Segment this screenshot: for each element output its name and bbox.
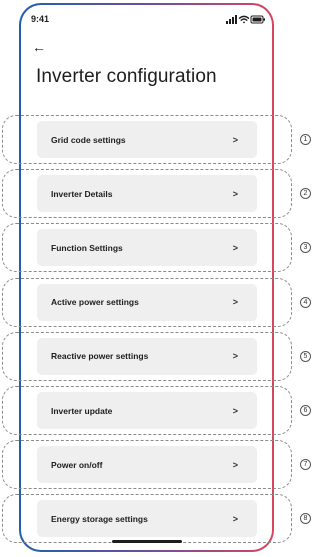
step-number-badge: 2 (300, 188, 311, 200)
menu-item-button[interactable]: Active power settings > (37, 283, 257, 321)
status-icons (226, 15, 265, 24)
chevron-right-icon: > (232, 242, 238, 253)
step-number-badge: 7 (300, 459, 311, 471)
back-arrow-icon[interactable]: ← (32, 40, 46, 54)
page-title: Inverter configuration (36, 66, 217, 87)
menu-item-label: Reactive power settings (51, 351, 149, 362)
step-number-badge: 1 (300, 134, 311, 145)
chevron-right-icon: > (232, 351, 238, 362)
chevron-right-icon: > (232, 188, 238, 199)
menu-item-button[interactable]: Reactive power settings > (37, 337, 257, 375)
wifi-icon (238, 15, 250, 24)
menu-item-label: Grid code settings (51, 134, 126, 145)
menu-item-button[interactable]: Inverter update > (37, 392, 257, 429)
menu-item-button[interactable]: Grid code settings > (37, 121, 257, 158)
menu-item-button[interactable]: Power on/off > (37, 446, 257, 484)
menu-item-button[interactable]: Energy storage settings > (37, 500, 257, 538)
menu-item-label: Inverter update (51, 405, 113, 416)
chevron-right-icon: > (232, 297, 238, 308)
chevron-right-icon: > (232, 405, 238, 416)
step-number-badge: 4 (300, 296, 311, 308)
menu-item-label: Function Settings (51, 242, 123, 253)
step-number-badge: 5 (300, 350, 311, 362)
menu-item-button[interactable]: Inverter Details > (37, 175, 257, 213)
battery-icon (250, 15, 265, 24)
screen: 9:41 ← Inverter configuration Grid code … (0, 0, 325, 557)
menu-item-button[interactable]: Function Settings > (37, 229, 257, 267)
menu-item-label: Power on/off (51, 459, 103, 470)
home-indicator (112, 540, 182, 543)
signal-icon (226, 15, 237, 24)
chevron-right-icon: > (232, 513, 238, 524)
chevron-right-icon: > (232, 459, 238, 470)
status-time: 9:41 (31, 14, 50, 24)
step-number-badge: 6 (300, 405, 311, 416)
step-number-badge: 8 (300, 513, 311, 525)
chevron-right-icon: > (232, 134, 238, 145)
menu-item-label: Active power settings (51, 297, 139, 308)
menu-item-label: Inverter Details (51, 188, 113, 199)
menu-item-label: Energy storage settings (51, 513, 148, 524)
step-number-badge: 3 (300, 242, 311, 254)
